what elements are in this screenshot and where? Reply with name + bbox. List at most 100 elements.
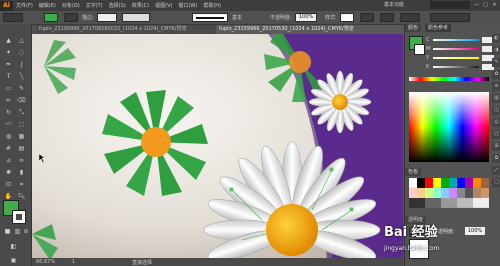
magic-wand-icon[interactable]: ✦ — [3, 48, 14, 57]
stroke-swatch[interactable] — [64, 13, 78, 22]
menu-help[interactable]: 帮助(H) — [203, 2, 221, 9]
transparency-opacity-field[interactable]: 100% — [465, 227, 485, 235]
tab-document-1[interactable]: fupin_23199996_201708160032_(1024 x 1024… — [36, 25, 217, 34]
fill-swatch[interactable] — [44, 13, 58, 22]
symbol-sprayer-icon[interactable]: ✺ — [3, 168, 14, 177]
stroke-weight-field[interactable] — [97, 13, 117, 22]
panel-icon-appearance[interactable]: ◎ — [492, 118, 500, 127]
slider-c-track[interactable] — [433, 39, 479, 41]
minimize-button[interactable]: — — [473, 1, 480, 9]
preferences-button[interactable] — [380, 13, 394, 22]
opacity-field[interactable]: 100% — [295, 13, 317, 22]
pen-tool-icon[interactable]: ✒ — [3, 60, 14, 69]
mesh-tool-icon[interactable]: # — [3, 144, 14, 153]
color-spectrum[interactable] — [409, 92, 489, 162]
graph-tool-icon[interactable]: ▮ — [16, 168, 27, 177]
tab-swatches[interactable]: 色板 — [405, 168, 422, 176]
tab-document-2[interactable]: fupin_23159966_20170530_(1024 x 1024)_CM… — [216, 25, 406, 34]
zoom-level[interactable]: 66.67% — [36, 259, 55, 265]
search-input[interactable] — [430, 1, 470, 9]
tools-panel: ▲ △ ✦ ◌ ✒ ∫ T ╲ ▭ ✎ ✏ ⌫ ↻ ⤡ 〰 ⬚ ◍ ▦ # ▤ … — [0, 24, 32, 266]
slider-m-track[interactable] — [433, 48, 479, 50]
menu-file[interactable]: 文件(F) — [16, 2, 33, 9]
paintbrush-icon[interactable]: ✎ — [16, 84, 27, 93]
free-transform-icon[interactable]: ⬚ — [16, 120, 27, 129]
menu-type[interactable]: 文字(T) — [86, 2, 103, 9]
slice-tool-icon[interactable]: ⌗ — [16, 180, 27, 189]
baidu-watermark: Bai 经验 — [384, 225, 438, 240]
none-mode-icon[interactable]: ⊘ — [22, 227, 30, 236]
artboard-tool-icon[interactable]: ⊡ — [3, 180, 14, 189]
style-label: 样式: — [325, 15, 337, 21]
tab-color-guide[interactable]: 颜色参考 — [425, 24, 452, 32]
tab-color[interactable]: 颜色 — [405, 24, 422, 32]
pencil-icon[interactable]: ✏ — [3, 96, 14, 105]
eyedropper-icon[interactable]: ⊿ — [3, 156, 14, 165]
panel-icon-transparency[interactable]: ◫ — [492, 106, 500, 115]
panel-icon-stroke[interactable]: ≡ — [492, 82, 500, 91]
menu-view[interactable]: 视图(V) — [155, 2, 172, 9]
panel-icon-color[interactable]: ◐ — [492, 34, 500, 43]
swatch-grid[interactable] — [409, 178, 489, 208]
perspective-grid-icon[interactable]: ▦ — [16, 132, 27, 141]
draw-mode-icon[interactable]: ◧ — [8, 242, 19, 251]
artboard-canvas[interactable] — [32, 34, 403, 266]
slider-y-label: Y — [426, 55, 430, 61]
transform-options[interactable] — [430, 13, 470, 22]
panel-icon-symbols[interactable]: ✿ — [492, 70, 500, 79]
menu-edit[interactable]: 编辑(E) — [39, 2, 56, 9]
brush-definition[interactable] — [192, 13, 228, 22]
align-options[interactable] — [400, 13, 420, 22]
line-tool-icon[interactable]: ╲ — [16, 72, 27, 81]
rectangle-tool-icon[interactable]: ▭ — [3, 84, 14, 93]
menu-object[interactable]: 对象(O) — [62, 2, 80, 9]
direct-selection-tool-icon[interactable]: △ — [16, 36, 27, 45]
warp-tool-icon[interactable]: 〰 — [3, 120, 14, 129]
curvature-tool-icon[interactable]: ∫ — [16, 60, 27, 69]
panel-icon-brushes[interactable]: ✎ — [492, 58, 500, 67]
menu-bar: Ai 文件(F) 编辑(E) 对象(O) 文字(T) 选择(S) 效果(C) 视… — [0, 0, 500, 11]
screen-mode-icon[interactable]: ▣ — [8, 256, 19, 265]
panel-icon-layers[interactable]: ◰ — [492, 130, 500, 139]
workspace-switcher[interactable]: 基本功能 — [384, 1, 404, 8]
scale-tool-icon[interactable]: ⤡ — [16, 108, 27, 117]
rotate-tool-icon[interactable]: ↻ — [3, 108, 14, 117]
close-button[interactable]: ✕ — [491, 1, 498, 9]
slider-m-label: M — [426, 46, 431, 52]
color-ramp-strip[interactable] — [409, 77, 489, 81]
flower-center — [141, 127, 171, 157]
panel-icon-gradient[interactable]: ▥ — [492, 94, 500, 103]
panel-icon-pathfinder[interactable]: ⧉ — [492, 154, 500, 163]
panel-icon-artboards[interactable]: ▢ — [492, 178, 500, 187]
slider-y-track[interactable] — [433, 57, 479, 59]
artwork — [32, 34, 403, 266]
slider-k-label: K — [426, 64, 430, 70]
lasso-icon[interactable]: ◌ — [16, 48, 27, 57]
page-number[interactable]: 1 — [72, 259, 75, 265]
maximize-button[interactable]: □ — [482, 1, 489, 9]
panel-icon-align[interactable]: ⊞ — [492, 142, 500, 151]
graphic-style-swatch[interactable] — [340, 13, 354, 22]
type-tool-icon[interactable]: T — [3, 72, 14, 81]
status-bar: 66.67% 1 直接选择 — [32, 258, 403, 266]
blend-tool-icon[interactable]: ∞ — [16, 156, 27, 165]
brush-style-label: 基本 — [232, 15, 243, 21]
menu-select[interactable]: 选择(S) — [109, 2, 126, 9]
document-setup-button[interactable] — [360, 13, 374, 22]
menu-window[interactable]: 窗口(W) — [178, 2, 197, 9]
stroke-label: 描边: — [82, 15, 94, 21]
document-tab-bar: fupin_23199996_201708160032_(1024 x 1024… — [36, 25, 406, 34]
variable-width-profile[interactable] — [122, 13, 150, 22]
selection-tool-icon[interactable]: ▲ — [3, 36, 14, 45]
menu-effect[interactable]: 效果(C) — [132, 2, 149, 9]
stroke-color-box[interactable] — [12, 210, 26, 224]
panel-icon-guide[interactable]: ◑ — [492, 46, 500, 55]
eraser-icon[interactable]: ⌫ — [16, 96, 27, 105]
panel-icon-transform[interactable]: ⤢ — [492, 166, 500, 175]
gradient-tool-icon[interactable]: ▤ — [16, 144, 27, 153]
slider-k-track[interactable] — [433, 66, 479, 68]
shape-builder-icon[interactable]: ◍ — [3, 132, 14, 141]
panel-stroke-swatch[interactable] — [414, 44, 425, 55]
current-tool-status: 直接选择 — [132, 260, 153, 266]
opacity-label: 不透明度: — [270, 15, 292, 21]
